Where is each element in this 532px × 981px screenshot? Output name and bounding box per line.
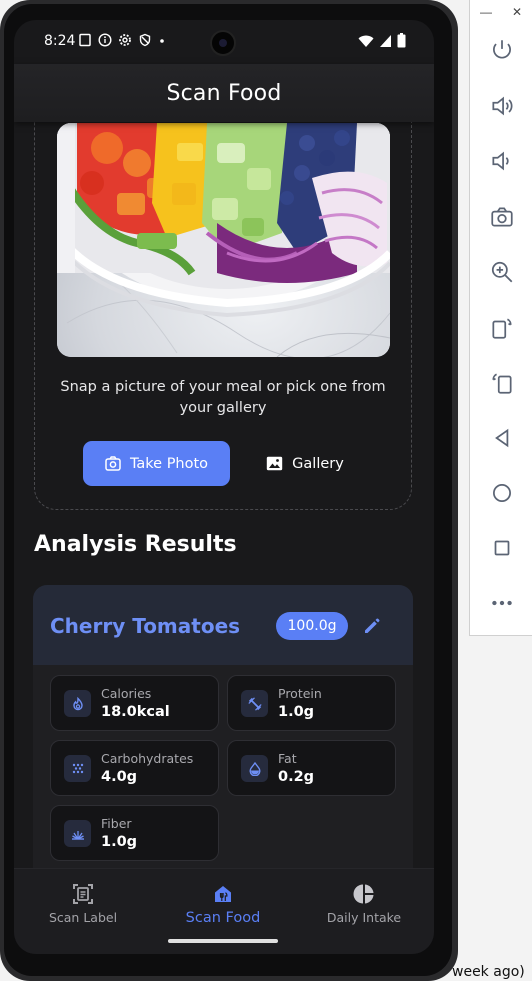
nutrient-value: 1.0g [101, 834, 138, 850]
status-system-icons [358, 33, 406, 48]
food-result-header: Cherry Tomatoes 100.0g [33, 585, 413, 665]
screenshot-notification-icon [79, 33, 91, 47]
rotate-left-button[interactable] [470, 308, 532, 348]
weight-badge[interactable]: 100.0g [276, 612, 348, 640]
power-button[interactable] [470, 30, 532, 70]
food-name: Cherry Tomatoes [50, 614, 241, 638]
nutrient-label: Calories [101, 686, 152, 701]
nutrient-fat: Fat 0.2g [227, 740, 396, 796]
nav-item-daily-intake[interactable]: Daily Intake [316, 869, 412, 939]
home-circle-icon [492, 484, 511, 502]
nutrient-calories: Calories 18.0kcal [50, 675, 219, 731]
scroll-content[interactable]: Snap a picture of your meal or pick one … [14, 122, 434, 868]
food-result-card: Cherry Tomatoes 100.0g Calories 18.0kcal [33, 585, 413, 868]
zoom-button[interactable] [470, 252, 532, 292]
rotate-right-icon [491, 373, 512, 394]
app-bar: Scan Food [14, 64, 434, 122]
gallery-label: Gallery [292, 455, 344, 472]
edit-button[interactable] [361, 615, 383, 637]
more-dots-icon [491, 600, 512, 606]
phone-screen: 8:24 Scan Food Snap a picture of your me… [14, 20, 434, 954]
nav-label: Daily Intake [326, 910, 402, 925]
background-window-text: week ago) [452, 964, 525, 980]
shield-icon [139, 33, 151, 47]
nutrient-value: 1.0g [278, 704, 315, 720]
nutrient-value: 4.0g [101, 769, 138, 785]
overview-button[interactable] [470, 528, 532, 568]
power-icon [492, 40, 511, 59]
status-notification-icons [78, 33, 166, 47]
take-photo-button[interactable]: Take Photo [83, 441, 230, 486]
back-triangle-icon [494, 428, 508, 448]
scan-hint-text: Snap a picture of your meal or pick one … [60, 379, 386, 416]
minimize-icon[interactable]: — [480, 5, 492, 19]
emulator-control-panel: — ✕ [469, 0, 532, 636]
rotate-left-icon [491, 318, 512, 339]
volume-down-button[interactable] [470, 141, 532, 181]
battery-icon [397, 33, 406, 48]
nav-label: Scan Food [185, 909, 261, 926]
overview-square-icon [494, 540, 509, 556]
nutrient-label: Protein [278, 686, 322, 701]
grass-icon [64, 820, 91, 847]
nav-item-scan-food[interactable]: Scan Food [177, 869, 269, 939]
desktop-background: week ago) — ✕ 8:24 Scan Food Snap a pict… [0, 0, 532, 981]
image-gallery-icon [266, 456, 283, 471]
gallery-button[interactable]: Gallery [257, 441, 353, 486]
analysis-results-heading: Analysis Results [34, 532, 237, 557]
back-button[interactable] [470, 418, 532, 458]
front-camera [210, 30, 236, 56]
dot-icon [160, 39, 164, 43]
nutrient-value: 18.0kcal [101, 704, 170, 720]
nav-label: Scan Label [48, 910, 118, 925]
signal-icon [380, 34, 391, 47]
salad-bowl-image [57, 123, 390, 357]
emulator-window-controls: — ✕ [470, 0, 532, 24]
volume-up-button[interactable] [470, 86, 532, 126]
rotate-right-button[interactable] [470, 363, 532, 403]
nutrient-value: 0.2g [278, 769, 315, 785]
status-bar: 8:24 [14, 20, 434, 64]
take-photo-label: Take Photo [129, 455, 209, 472]
status-time: 8:24 [44, 33, 76, 49]
drop-icon [241, 755, 268, 782]
wifi-icon [358, 35, 374, 47]
restaurant-icon [215, 885, 231, 902]
bottom-navigation: Scan Label Scan Food Daily Intake [14, 868, 434, 954]
nutrient-label: Fiber [101, 816, 132, 831]
more-button[interactable] [470, 583, 532, 623]
camera-icon [490, 207, 513, 227]
settings-gear-icon [119, 34, 131, 46]
info-icon [98, 33, 112, 47]
camera-icon [105, 456, 121, 471]
page-title: Scan Food [166, 80, 282, 106]
nutrient-carbohydrates: Carbohydrates 4.0g [50, 740, 219, 796]
home-button[interactable] [470, 473, 532, 513]
volume-down-icon [491, 151, 509, 171]
volume-up-icon [491, 96, 513, 116]
close-icon[interactable]: ✕ [512, 5, 522, 19]
dumbbell-icon [241, 690, 268, 717]
edit-pencil-icon [365, 618, 380, 633]
scan-dropzone: Snap a picture of your meal or pick one … [34, 122, 412, 510]
gesture-home-indicator[interactable] [168, 939, 278, 943]
document-scanner-icon [73, 884, 93, 904]
screenshot-button[interactable] [470, 197, 532, 237]
nutrient-label: Fat [278, 751, 297, 766]
food-photo-preview [57, 123, 390, 357]
zoom-in-icon [491, 261, 512, 283]
nutrient-fiber: Fiber 1.0g [50, 805, 219, 861]
nutrient-protein: Protein 1.0g [227, 675, 396, 731]
grain-icon [64, 755, 91, 782]
flame-icon [64, 690, 91, 717]
nav-item-scan-label[interactable]: Scan Label [38, 869, 128, 939]
pie-chart-icon [353, 884, 374, 904]
nutrient-label: Carbohydrates [101, 751, 194, 766]
